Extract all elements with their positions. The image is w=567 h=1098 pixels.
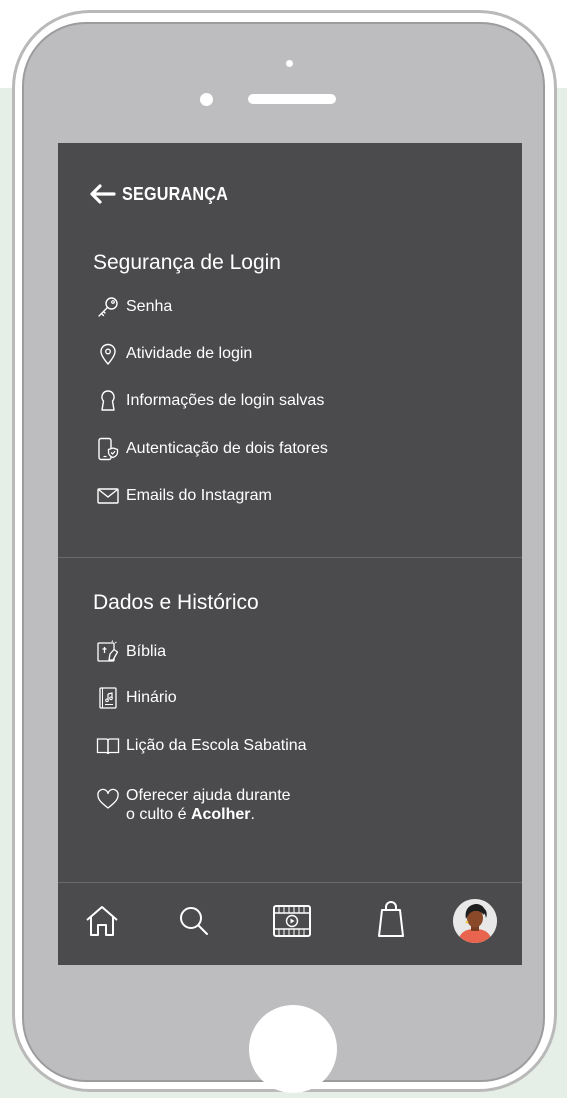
menu-item-hymnal[interactable]: Hinário (96, 686, 177, 710)
section-title-login-security: Segurança de Login (93, 251, 281, 274)
phone-home-button[interactable] (249, 1005, 337, 1093)
bottom-nav (58, 883, 522, 965)
shopping-bag-icon[interactable] (376, 899, 406, 944)
sensor-dot (200, 93, 213, 106)
phone-shield-icon (96, 437, 120, 461)
menu-item-label: Emails do Instagram (126, 487, 272, 504)
menu-item-two-factor[interactable]: Autenticação de dois fatores (96, 437, 328, 461)
speaker-slot (248, 94, 336, 104)
menu-item-password[interactable]: Senha (96, 295, 172, 319)
label-line-1: Oferecer ajuda durante (126, 787, 291, 804)
app-screen: SEGURANÇA Segurança de Login Senha Ativi… (58, 143, 522, 965)
envelope-icon (96, 484, 120, 508)
home-icon[interactable] (84, 903, 120, 944)
label-line-2-bold: Acolher (190, 806, 251, 823)
menu-item-label: Informações de login salvas (126, 392, 325, 409)
camera-dot (286, 60, 293, 67)
section-title-data-history: Dados e Histórico (93, 591, 259, 614)
menu-item-label: Bíblia (126, 643, 167, 660)
profile-avatar[interactable] (453, 899, 497, 943)
keyhole-icon (96, 389, 120, 413)
menu-item-offer-help[interactable]: Oferecer ajuda durante o culto é Acolher… (96, 786, 291, 824)
menu-item-label: Senha (126, 298, 173, 315)
page-header: SEGURANÇA (88, 179, 240, 209)
heart-icon (96, 787, 120, 811)
label-line-2-suffix: . (250, 806, 255, 823)
back-arrow-icon[interactable] (88, 184, 116, 204)
menu-item-label: Hinário (126, 689, 177, 706)
menu-item-login-activity[interactable]: Atividade de login (96, 342, 252, 366)
menu-item-label: Lição da Escola Sabatina (126, 737, 307, 754)
video-icon[interactable] (272, 903, 312, 944)
menu-item-instagram-emails[interactable]: Emails do Instagram (96, 484, 272, 508)
key-icon (96, 295, 120, 319)
menu-item-label: Autenticação de dois fatores (126, 440, 328, 457)
open-book-icon (96, 734, 120, 758)
menu-item-label: Atividade de login (126, 345, 253, 362)
bible-icon (96, 640, 120, 664)
page-title: SEGURANÇA (122, 183, 229, 204)
menu-item-bible[interactable]: Bíblia (96, 640, 166, 664)
hymnal-icon (96, 686, 120, 710)
search-icon[interactable] (176, 903, 212, 944)
menu-item-label: Oferecer ajuda durante o culto é Acolher… (126, 786, 291, 824)
location-pin-icon (96, 342, 120, 366)
menu-item-sabbath-school[interactable]: Lição da Escola Sabatina (96, 734, 307, 758)
label-line-2-prefix: o culto é (126, 806, 191, 823)
menu-item-saved-login-info[interactable]: Informações de login salvas (96, 389, 324, 413)
section-divider (58, 557, 522, 558)
